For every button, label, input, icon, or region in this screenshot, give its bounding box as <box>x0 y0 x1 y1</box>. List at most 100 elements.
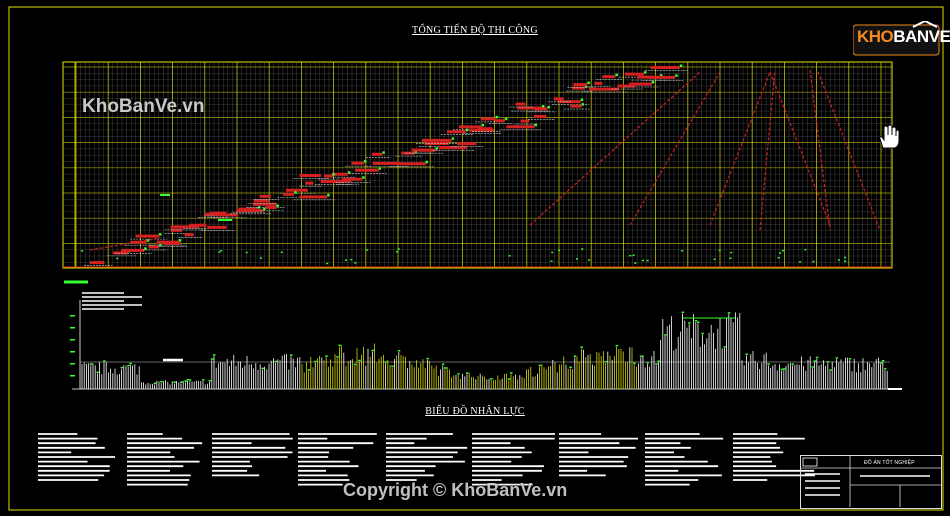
gantt-bottom-marker <box>345 259 348 261</box>
gantt-marker <box>580 98 584 102</box>
gantt-marker <box>276 204 279 208</box>
histogram-top-marker <box>848 358 852 360</box>
histogram-top-marker <box>633 362 636 365</box>
histogram-top-marker <box>791 363 795 365</box>
gantt-bottom-marker <box>629 254 632 257</box>
histogram-top-marker <box>457 373 460 375</box>
gantt-marker <box>178 239 182 242</box>
histogram-ytick <box>70 327 75 329</box>
gantt-bottom-marker <box>551 251 554 254</box>
gantt-bottom-marker <box>729 257 732 259</box>
gantt-marker <box>504 117 508 121</box>
histogram-top-marker <box>103 360 106 362</box>
gantt-bottom-marker <box>799 261 802 263</box>
histogram-top-marker <box>314 360 317 363</box>
histogram-top-marker <box>655 363 658 365</box>
histogram-top-marker <box>261 367 264 370</box>
histogram-top-marker <box>466 372 469 374</box>
histogram-top-marker <box>884 368 887 370</box>
gantt-bottom-marker <box>116 257 119 260</box>
histogram-top-marker <box>879 362 883 364</box>
histogram-top-marker <box>202 379 205 381</box>
gantt-bottom-marker <box>259 257 262 259</box>
histogram-top-marker <box>371 349 374 352</box>
gantt-bottom-marker <box>218 251 221 253</box>
logo-text-part2: BANVE <box>893 27 950 46</box>
histogram-top-marker <box>290 354 293 356</box>
gantt-bottom-marker <box>812 260 815 263</box>
gantt-schedule <box>62 61 893 269</box>
gantt-bottom-marker <box>220 249 223 252</box>
histogram-top-marker <box>173 381 176 384</box>
histogram-top-marker <box>664 334 667 336</box>
gantt-bottom-marker <box>581 248 584 250</box>
histogram-ytick <box>70 339 75 341</box>
histogram-top-marker <box>384 361 388 363</box>
histogram-top-marker <box>815 356 819 359</box>
gantt-marker <box>362 176 365 179</box>
histogram-top-marker <box>782 368 786 370</box>
logo-text: KHOBANVE <box>857 27 950 47</box>
histogram-top-marker <box>538 364 542 367</box>
histogram-top-marker <box>811 366 814 368</box>
gantt-marker <box>425 160 429 164</box>
gantt-marker <box>263 207 266 211</box>
gantt-bottom-marker <box>646 259 649 262</box>
histogram-top-marker <box>208 380 212 382</box>
schedule-title: TỔNG TIẾN ĐỘ THI CÔNG <box>412 25 538 36</box>
logo-text-part1: KHO <box>857 27 894 46</box>
histogram-top-marker <box>186 378 190 381</box>
histogram-top-marker <box>615 344 619 347</box>
watermark-copyright: Copyright © KhoBanVe.vn <box>343 480 568 500</box>
histogram-top-marker <box>210 358 214 360</box>
hand-cursor-icon[interactable] <box>876 124 900 150</box>
gantt-flow-line <box>759 69 776 231</box>
gantt-bottom-marker <box>280 251 283 254</box>
gantt-bottom-marker <box>634 262 637 264</box>
histogram-top-marker <box>441 363 445 365</box>
histogram-ytick <box>70 351 75 353</box>
histogram-top-marker <box>604 361 608 363</box>
gantt-bottom-marker <box>508 255 511 257</box>
histogram-top-marker <box>188 379 192 381</box>
histogram-top-marker <box>780 368 784 371</box>
gantt-marker <box>451 137 455 140</box>
gantt-flow-line <box>769 71 831 226</box>
gantt-marker <box>495 115 499 119</box>
gantt-marker <box>541 105 545 108</box>
histogram-top-marker <box>881 359 885 362</box>
gantt-flow-line <box>529 71 701 226</box>
watermark-top: KhoBanVe.vn <box>82 96 205 117</box>
gantt-bottom-marker <box>245 251 248 254</box>
histogram-top-marker <box>723 346 726 348</box>
gantt-bottom-marker <box>804 248 807 251</box>
histogram-top-marker <box>391 365 394 368</box>
histogram-top-marker <box>307 369 311 371</box>
histogram-top-marker <box>646 362 649 364</box>
histogram-top-marker <box>426 357 429 360</box>
gantt-bottom-marker <box>326 262 329 265</box>
histogram-top-marker <box>701 332 704 335</box>
gantt-marker <box>378 167 381 170</box>
gantt-bottom-marker <box>81 250 84 252</box>
gantt-flow-line <box>629 71 721 226</box>
manpower-histogram <box>64 280 902 390</box>
histogram-top-marker <box>580 346 583 348</box>
histogram-top-marker <box>639 355 643 358</box>
histogram-top-marker <box>96 371 99 374</box>
histogram-top-marker <box>569 366 572 369</box>
histogram-top-marker <box>490 378 493 380</box>
gantt-marker <box>382 151 385 154</box>
gantt-marker <box>144 247 147 250</box>
gantt-flow-line <box>809 69 831 231</box>
gantt-bottom-marker <box>550 260 553 262</box>
gantt-bottom-marker <box>350 258 353 261</box>
histogram-ytick <box>70 375 75 377</box>
gantt-bottom-marker <box>397 248 400 250</box>
gantt-bottom-marker <box>837 259 840 261</box>
histogram-top-marker <box>120 366 124 369</box>
gantt-bottom-marker <box>396 251 399 253</box>
histogram-top-marker <box>358 359 361 362</box>
gantt-marker <box>643 71 647 74</box>
histogram-top-marker <box>129 362 132 365</box>
